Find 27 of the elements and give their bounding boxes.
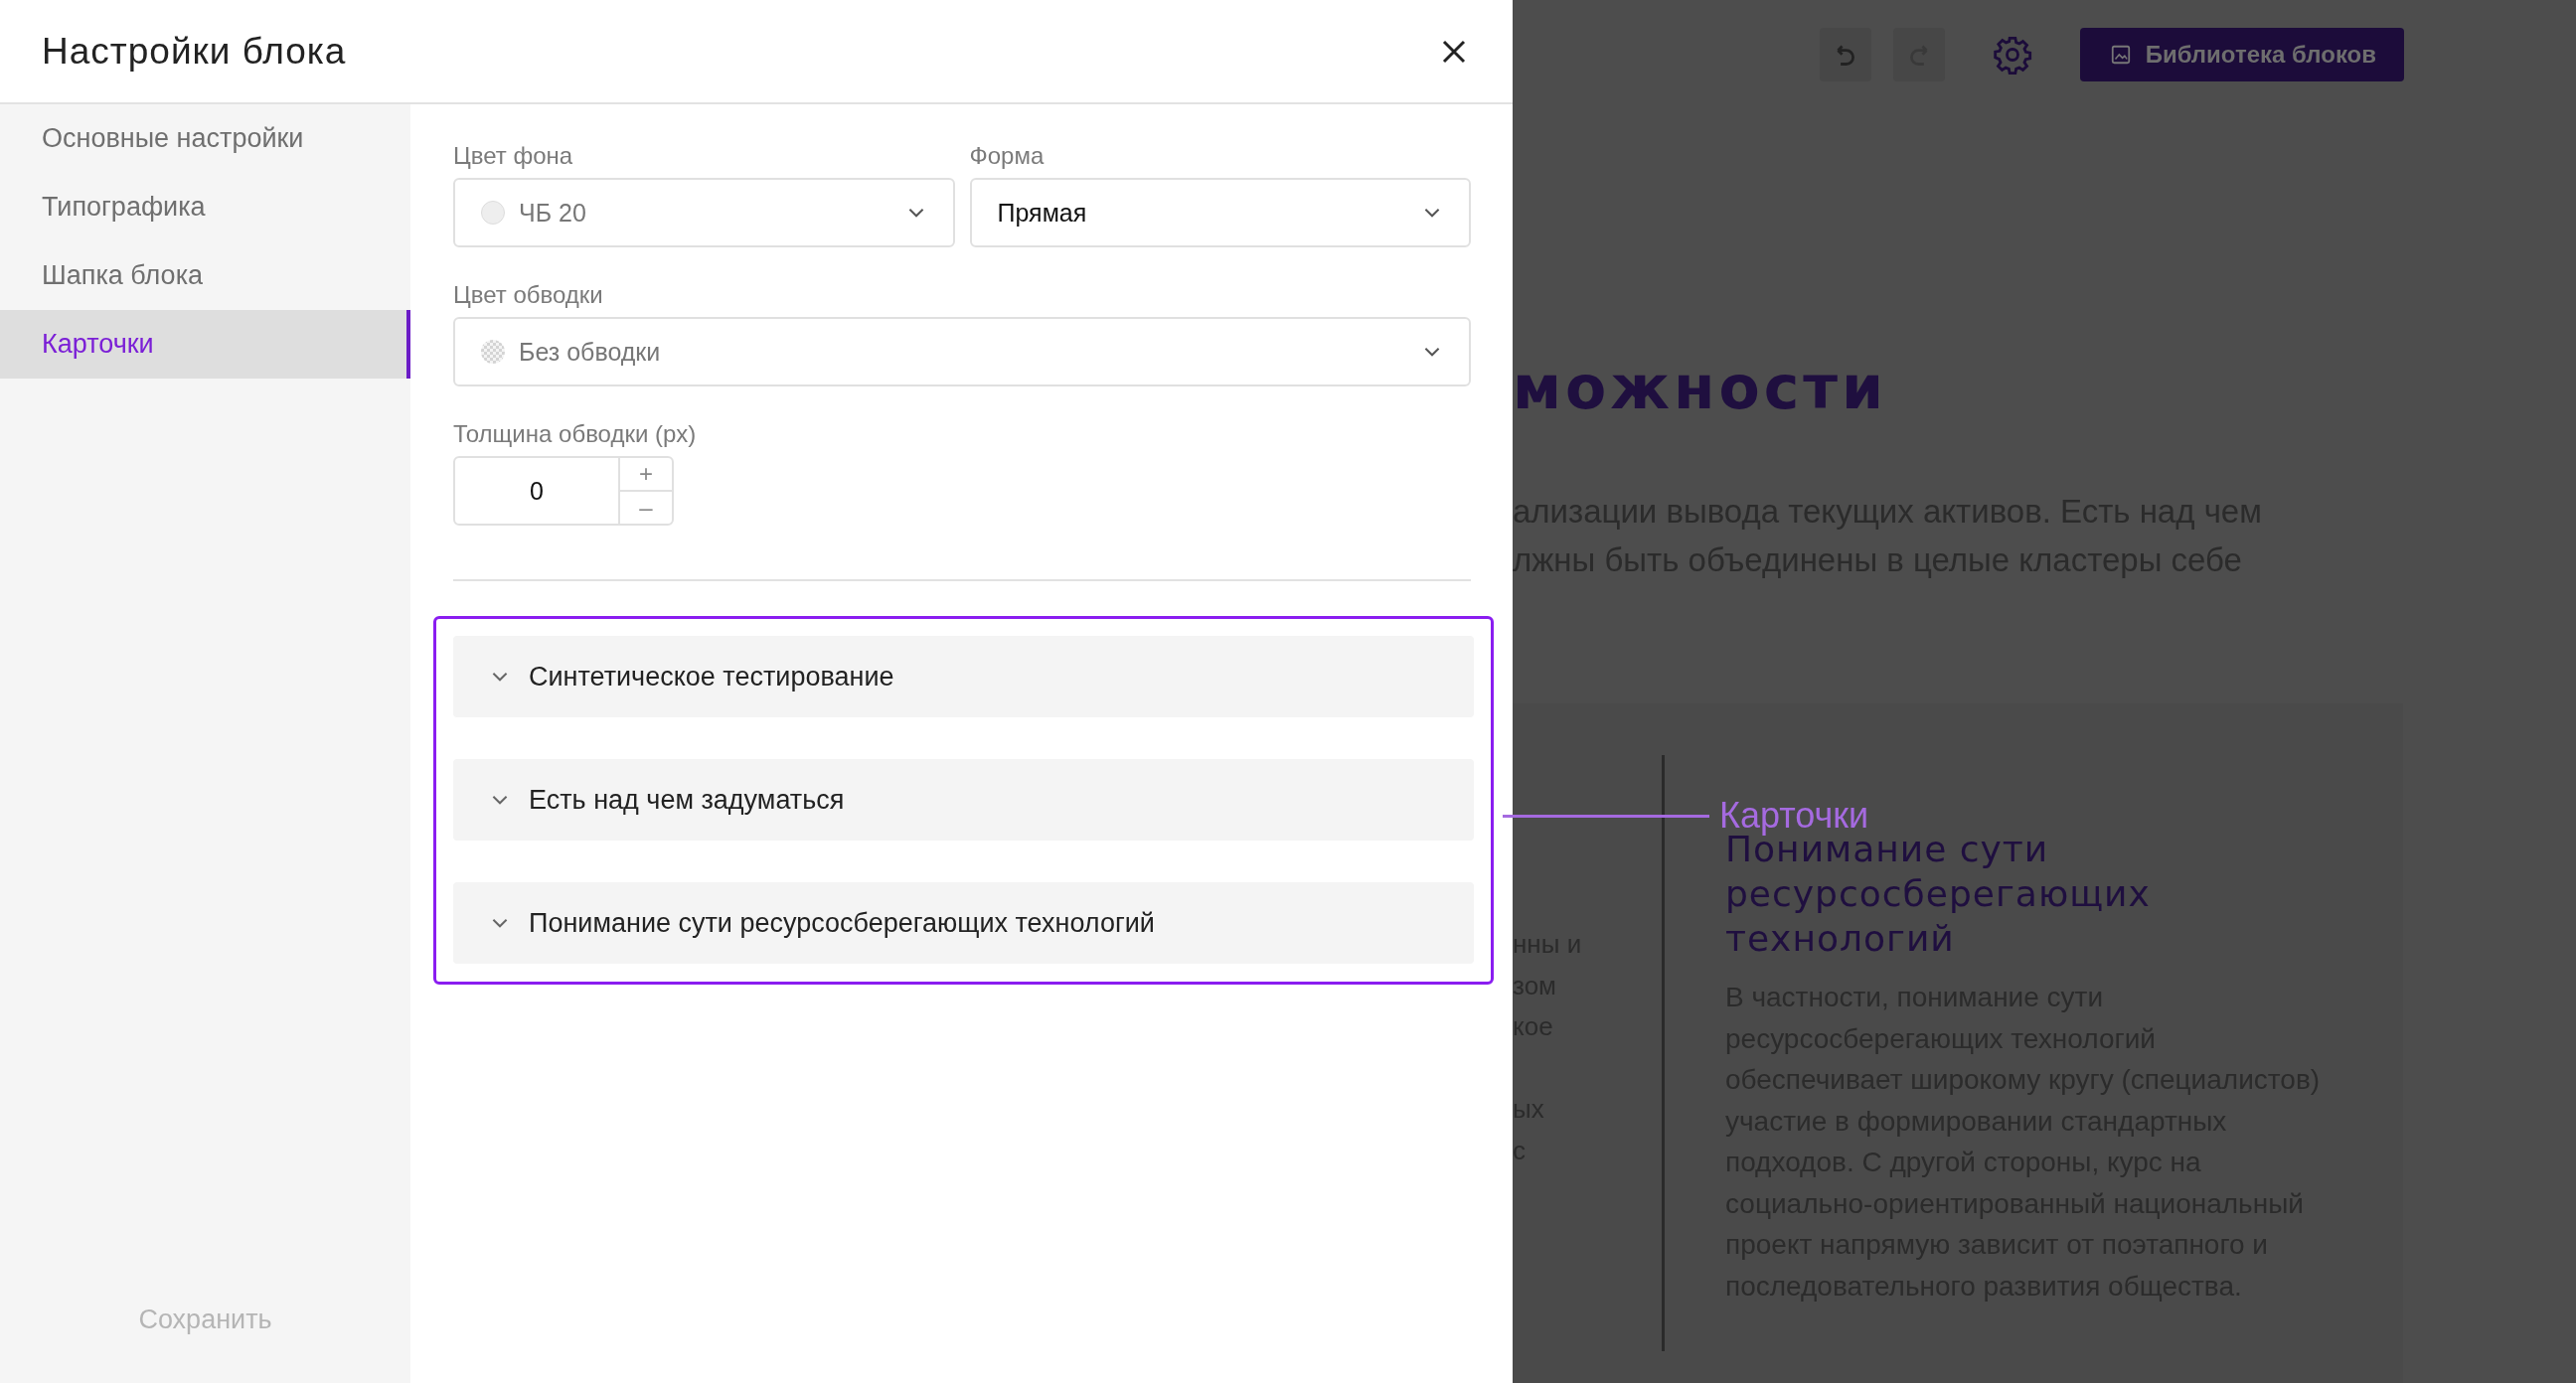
settings-icon[interactable] bbox=[1992, 35, 2032, 75]
undo-icon bbox=[1836, 44, 1854, 66]
undo-button[interactable] bbox=[1819, 28, 1871, 81]
color-swatch-icon bbox=[481, 201, 505, 225]
sidebar-item[interactable]: Шапка блока bbox=[0, 241, 410, 310]
decrement-button[interactable]: – bbox=[620, 492, 672, 524]
accordion-item[interactable]: Понимание сути ресурсосберегающих технологий bbox=[453, 882, 1474, 964]
number-field[interactable]: 0 bbox=[455, 458, 620, 524]
sidebar-item[interactable]: Типографика bbox=[0, 173, 410, 241]
sidebar-item[interactable]: Карточки bbox=[0, 310, 410, 379]
color-select[interactable]: Без обводки bbox=[453, 317, 1471, 386]
field-label: Форма bbox=[969, 142, 1045, 170]
image-icon bbox=[2109, 44, 2132, 66]
sidebar-item[interactable]: Основные настройки bbox=[0, 104, 410, 173]
increment-button[interactable]: + bbox=[620, 458, 672, 492]
field-label: Толщина обводки (px) bbox=[453, 420, 697, 448]
page-heading: можности bbox=[1513, 358, 1889, 417]
block-library-button[interactable]: Библиотека блоков bbox=[2079, 28, 2404, 81]
annotation-label: Карточки bbox=[1719, 795, 1869, 836]
color-select[interactable]: ЧБ 20 bbox=[453, 178, 955, 247]
field-label: Цвет обводки bbox=[453, 281, 603, 309]
accordion-item[interactable]: Синтетическое тестирование bbox=[453, 636, 1474, 717]
checkered-swatch-icon bbox=[481, 340, 505, 364]
shape-select[interactable]: Прямая bbox=[969, 178, 1471, 247]
field-label: Цвет фона bbox=[453, 142, 573, 170]
accordion-item[interactable]: Есть над чем задуматься bbox=[453, 759, 1474, 841]
dialog-title: Настройки блока bbox=[42, 30, 347, 73]
